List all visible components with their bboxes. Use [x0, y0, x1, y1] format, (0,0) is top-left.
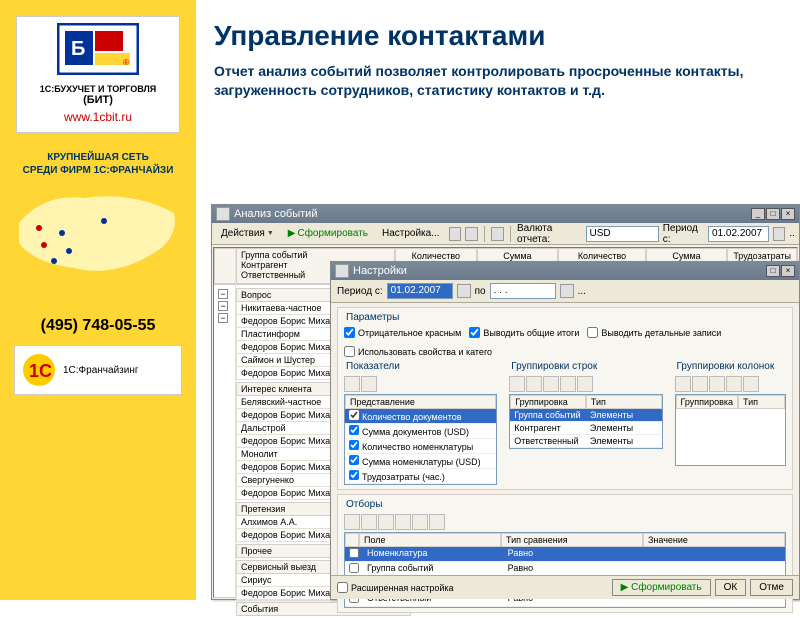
chk-totals[interactable]: Выводить общие итоги	[469, 327, 579, 338]
close-button[interactable]: ×	[781, 208, 795, 220]
add-icon[interactable]	[344, 514, 360, 530]
move-down-icon[interactable]	[743, 376, 759, 392]
list-item[interactable]: Количество номенклатуры	[345, 439, 496, 454]
group-rows-list[interactable]: ГруппировкаТип Группа событийЭлементыКон…	[509, 394, 662, 449]
logo-box: Б ® 1С:БУХУЧЕТ И ТОРГОВЛЯ (БИТ) www.1cbi…	[16, 16, 180, 133]
list-item[interactable]: Сумма документов (USD)	[345, 424, 496, 439]
calendar-icon[interactable]	[773, 227, 786, 241]
chk-negative-red[interactable]: Отрицательное красным	[344, 327, 461, 338]
currency-field[interactable]: USD	[586, 226, 659, 242]
settings-toolbar: Период с: 01.02.2007 по . . . ...	[331, 280, 799, 303]
move-up-icon[interactable]	[412, 514, 428, 530]
currency-label: Валюта отчета:	[517, 223, 582, 245]
clear-icon[interactable]	[378, 514, 394, 530]
filters-title: Отборы	[344, 499, 786, 510]
toolbar-icon-1[interactable]	[449, 227, 462, 241]
svg-text:1С: 1С	[29, 361, 52, 381]
logo-caption-1: 1С:БУХУЧЕТ И ТОРГОВЛЯ	[21, 84, 175, 94]
group-rows-toolbar	[509, 376, 662, 392]
move-down-icon[interactable]	[361, 376, 377, 392]
delete-icon[interactable]	[692, 376, 708, 392]
expand-toggle[interactable]: −	[218, 301, 228, 311]
report-title: Анализ событий	[234, 208, 317, 220]
ok-button[interactable]: ОК	[715, 579, 747, 596]
add-icon[interactable]	[675, 376, 691, 392]
report-icon	[216, 207, 230, 221]
group-cols-toolbar	[675, 376, 786, 392]
period-to-field[interactable]: . . .	[490, 283, 556, 299]
filter-row[interactable]: НоменклатураРавно	[345, 547, 785, 562]
calendar-icon[interactable]	[457, 284, 471, 298]
toolbar-icon-2[interactable]	[465, 227, 478, 241]
period-from-field[interactable]: 01.02.2007	[387, 283, 453, 299]
parameters-panel: Параметры Отрицательное красным Выводить…	[337, 307, 793, 490]
indicators-list[interactable]: Представление Количество документовСумма…	[344, 394, 497, 485]
actions-menu[interactable]: Действия▼	[216, 225, 279, 242]
icon[interactable]	[395, 514, 411, 530]
form-button[interactable]: ▶ Сформировать	[612, 579, 711, 596]
form-button[interactable]: ▶ Сформировать	[283, 225, 373, 242]
period-label: Период с:	[337, 286, 383, 297]
indicators-title: Показатели	[344, 361, 497, 372]
period-from-field[interactable]: 01.02.2007	[708, 226, 769, 242]
expand-toggle[interactable]: −	[218, 313, 228, 323]
toolbar-icon-3[interactable]	[491, 227, 504, 241]
move-down-icon[interactable]	[577, 376, 593, 392]
report-toolbar: Действия▼ ▶ Сформировать Настройка... Ва…	[212, 223, 799, 245]
minimize-button[interactable]: _	[751, 208, 765, 220]
network-text: КРУПНЕЙШАЯ СЕТЬ СРЕДИ ФИРМ 1С:ФРАНЧАЙЗИ	[4, 151, 192, 177]
indicators-toolbar	[344, 376, 497, 392]
move-up-icon[interactable]	[560, 376, 576, 392]
page-title: Управление контактами	[214, 20, 782, 52]
settings-icon	[335, 264, 349, 278]
chk-properties[interactable]: Использовать свойства и катего	[344, 346, 492, 357]
add-icon[interactable]	[509, 376, 525, 392]
logo-caption-2: (БИТ)	[21, 94, 175, 106]
group-cols-title: Группировки колонок	[675, 361, 786, 372]
settings-title: Настройки	[353, 265, 407, 277]
russia-map-icon	[14, 183, 182, 293]
delete-icon[interactable]	[361, 514, 377, 530]
company-url[interactable]: www.1cbit.ru	[21, 110, 175, 124]
phone-number: (495) 748-05-55	[0, 317, 196, 335]
calendar-icon[interactable]	[560, 284, 574, 298]
filters-toolbar	[344, 514, 786, 530]
bit-logo-icon: Б ®	[57, 23, 139, 75]
chk-detail[interactable]: Выводить детальные записи	[587, 327, 721, 338]
1c-logo-icon: 1С	[21, 352, 57, 388]
edit-icon[interactable]	[709, 376, 725, 392]
settings-button[interactable]: Настройка...	[377, 225, 445, 242]
list-item[interactable]: КонтрагентЭлементы	[510, 422, 661, 435]
svg-text:Б: Б	[71, 38, 85, 60]
expand-toggle[interactable]: −	[218, 289, 228, 299]
move-up-icon[interactable]	[344, 376, 360, 392]
chk-advanced[interactable]: Расширенная настройка	[337, 582, 454, 593]
group-cols-list[interactable]: ГруппировкаТип	[675, 394, 786, 466]
list-item[interactable]: Трудозатраты (час.)	[345, 469, 496, 484]
list-item[interactable]: Сумма номенклатуры (USD)	[345, 454, 496, 469]
svg-text:®: ®	[123, 58, 129, 67]
settings-titlebar[interactable]: Настройки □ ×	[331, 262, 799, 280]
outline-column: − − −	[214, 248, 236, 597]
group-rows-title: Группировки строк	[509, 361, 662, 372]
maximize-button[interactable]: □	[766, 208, 780, 220]
period-label: Период с:	[663, 223, 704, 245]
move-down-icon[interactable]	[429, 514, 445, 530]
report-titlebar[interactable]: Анализ событий _ □ ×	[212, 205, 799, 223]
delete-icon[interactable]	[526, 376, 542, 392]
maximize-button[interactable]: □	[766, 265, 780, 277]
close-button[interactable]: ×	[781, 265, 795, 277]
page-subtitle: Отчет анализ событий позволяет контролир…	[214, 62, 782, 100]
franchise-logo: 1С 1С:Франчайзинг	[14, 345, 182, 395]
sidebar: Б ® 1С:БУХУЧЕТ И ТОРГОВЛЯ (БИТ) www.1cbi…	[0, 0, 196, 600]
settings-footer: Расширенная настройка ▶ Сформировать ОК …	[331, 575, 799, 599]
list-item[interactable]: Количество документов	[345, 409, 496, 424]
move-up-icon[interactable]	[726, 376, 742, 392]
settings-window: Настройки □ × Период с: 01.02.2007 по . …	[330, 261, 800, 600]
edit-icon[interactable]	[543, 376, 559, 392]
list-item[interactable]: ОтветственныйЭлементы	[510, 435, 661, 448]
list-item[interactable]: Группа событийЭлементы	[510, 409, 661, 422]
cancel-button[interactable]: Отме	[750, 579, 793, 596]
